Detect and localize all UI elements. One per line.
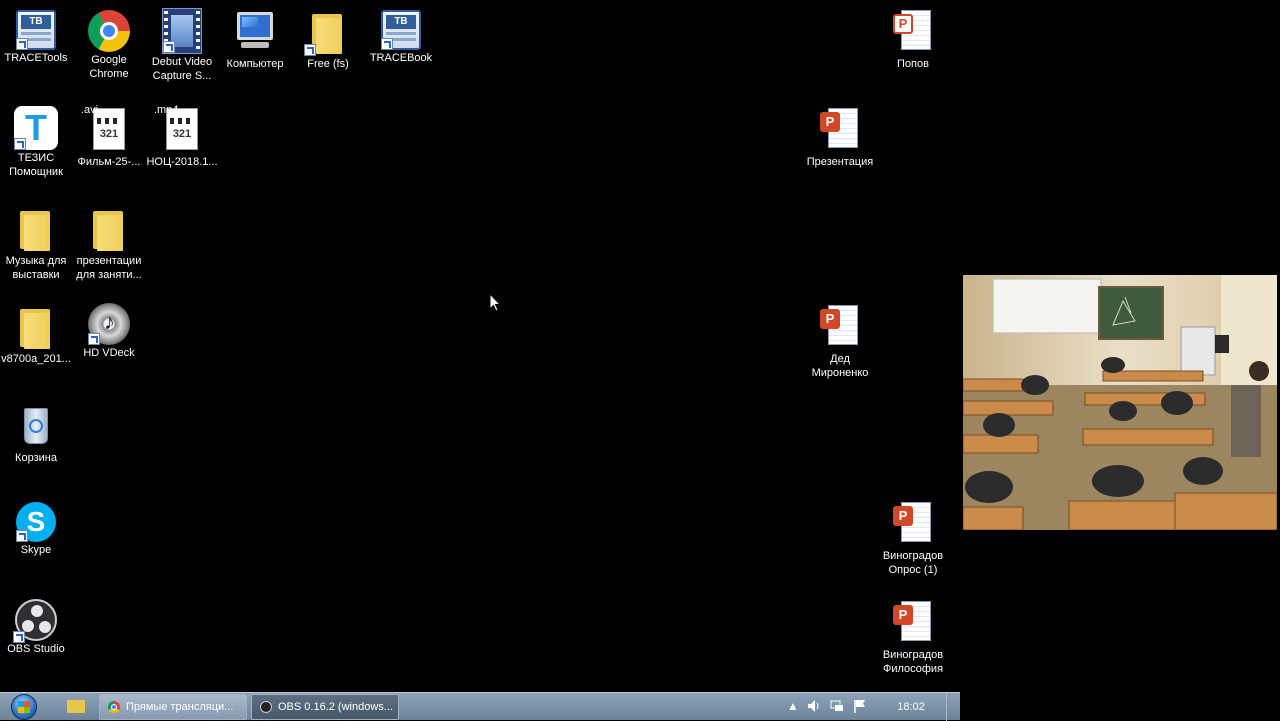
folder-icon <box>12 303 60 351</box>
trace-book-icon: TB <box>381 10 421 50</box>
icon-label: TRACEBook <box>369 52 433 64</box>
computer-icon <box>231 8 279 56</box>
desktop-icon-vinogradov-opros[interactable]: P Виноградов Опрос (1) <box>877 496 949 577</box>
icon-label: НОЦ-2018.1... <box>146 156 218 168</box>
desktop-icon-tracebook[interactable]: TB TRACEBook <box>365 4 437 65</box>
powerpoint-doc-icon: P <box>889 599 937 647</box>
icon-label: ТЕЗИС Помощник <box>9 152 63 178</box>
taskbar-explorer-button[interactable] <box>62 695 90 719</box>
desktop-icon-v8700a-folder[interactable]: v8700a_201... <box>0 299 72 366</box>
volume-icon[interactable] <box>806 698 822 714</box>
desktop-icon-tezis[interactable]: T ТЕЗИС Помощник <box>0 102 72 179</box>
icon-label: TRACETools <box>4 52 68 64</box>
taskbar-clock[interactable]: 18:02 <box>886 693 936 721</box>
shortcut-arrow-icon <box>381 38 393 50</box>
trace-tools-icon: TB <box>16 10 56 50</box>
desktop-icon-ded-mironenko[interactable]: P Дед Мироненко <box>804 299 876 380</box>
desktop-icon-presentations-folder[interactable]: презентации для заняти... <box>73 201 145 282</box>
desktop-icon-computer[interactable]: Компьютер <box>219 4 291 71</box>
shortcut-arrow-icon <box>304 44 316 56</box>
shortcut-arrow-icon <box>14 138 26 150</box>
icon-label: Презентация <box>806 156 874 168</box>
classroom-scene <box>963 275 1277 530</box>
desktop-icon-popov[interactable]: P Попов <box>877 4 949 71</box>
powerpoint-doc-icon: P <box>889 500 937 548</box>
shortcut-arrow-icon <box>163 41 175 53</box>
disc-icon: ♪ <box>88 303 130 345</box>
icon-label: Компьютер <box>226 58 284 70</box>
powerpoint-doc-icon: P <box>889 8 937 56</box>
taskbar-button-label: Прямые трансляци... <box>126 701 234 713</box>
classroom-video-preview[interactable] <box>963 275 1277 530</box>
folder-icon <box>67 700 85 713</box>
shortcut-arrow-icon <box>16 38 28 50</box>
shortcut-arrow-icon <box>16 530 28 542</box>
icon-label: Музыка для выставки <box>5 255 67 281</box>
powerpoint-doc-icon: P <box>816 106 864 154</box>
icon-label: Skype <box>20 544 52 556</box>
skype-icon: S <box>16 502 56 542</box>
desktop-icon-film-avi[interactable]: 321 .avi Фильм-25-... <box>73 102 145 169</box>
folder-icon <box>85 205 133 253</box>
desktop-icon-recycle-bin[interactable]: Корзина <box>0 398 72 465</box>
trace-badge: TB <box>21 15 51 29</box>
windows-logo-icon <box>11 694 37 720</box>
icon-label: Фильм-25-... <box>77 156 141 168</box>
powerpoint-doc-icon: P <box>816 303 864 351</box>
icon-label: Debut Video Capture S... <box>151 56 213 82</box>
icon-label: Попов <box>897 58 929 70</box>
icon-label: v8700a_201... <box>1 353 71 365</box>
chrome-icon <box>108 701 120 713</box>
icon-label: HD VDeck <box>83 347 135 359</box>
icon-label: Google Chrome <box>89 54 129 80</box>
recycle-bin-icon <box>12 402 60 450</box>
desktop-icon-skype[interactable]: S Skype <box>0 496 72 557</box>
desktop-icon-tracetools[interactable]: TB TRACETools <box>0 4 72 65</box>
desktop[interactable]: TB TRACETools Google Chrome Debut Video … <box>0 0 1280 692</box>
network-icon[interactable] <box>829 698 845 714</box>
taskbar-chrome-window[interactable]: Прямые трансляци... <box>99 694 247 720</box>
shortcut-arrow-icon <box>13 631 25 643</box>
icon-label: Виноградов Философия <box>882 649 944 675</box>
icon-label: презентации для заняти... <box>76 255 142 281</box>
desktop-icon-noc-mp4[interactable]: 321 .mp4 НОЦ-2018.1... <box>146 102 218 169</box>
obs-icon <box>260 701 272 713</box>
obs-icon <box>13 599 57 643</box>
file-extension: .mp4 <box>154 104 179 116</box>
tezis-icon: T <box>14 106 58 150</box>
icon-label: Виноградов Опрос (1) <box>882 550 944 576</box>
desktop-icon-obs-studio[interactable]: OBS Studio <box>0 595 72 656</box>
desktop-icon-google-chrome[interactable]: Google Chrome <box>73 4 145 81</box>
screen-black-area <box>960 692 1280 720</box>
start-button[interactable] <box>4 694 44 720</box>
taskbar: Прямые трансляци... OBS 0.16.2 (windows.… <box>0 692 960 721</box>
action-center-flag-icon[interactable] <box>852 698 868 714</box>
desktop-icon-hd-vdeck[interactable]: ♪ HD VDeck <box>73 299 145 360</box>
icon-label: Free (fs) <box>307 58 349 70</box>
desktop-icon-vinogradov-filosofia[interactable]: P Виноградов Философия <box>877 595 949 676</box>
trace-badge: TB <box>386 15 416 29</box>
file-extension: .avi <box>81 104 99 116</box>
taskbar-obs-window[interactable]: OBS 0.16.2 (windows... <box>251 694 399 720</box>
icon-label: OBS Studio <box>7 643 65 655</box>
chrome-icon <box>88 10 130 52</box>
desktop-icon-free-fs[interactable]: Free (fs) <box>292 4 364 71</box>
video-file-icon: 321 .avi <box>81 104 133 154</box>
taskbar-button-label: OBS 0.16.2 (windows... <box>278 701 393 713</box>
desktop-icon-presentation[interactable]: P Презентация <box>804 102 876 169</box>
show-hidden-icons-arrow[interactable]: ▲ <box>785 698 801 714</box>
film-strip-icon <box>162 8 202 54</box>
shortcut-arrow-icon <box>88 333 100 345</box>
desktop-icon-debut-video[interactable]: Debut Video Capture S... <box>146 4 218 83</box>
icon-label: Корзина <box>15 452 57 464</box>
folder-icon <box>12 205 60 253</box>
icon-label: Дед Мироненко <box>811 353 869 379</box>
video-file-icon: 321 .mp4 <box>154 104 206 154</box>
folder-icon <box>304 8 352 56</box>
desktop-icon-music-folder[interactable]: Музыка для выставки <box>0 201 72 282</box>
show-desktop-button[interactable] <box>946 693 960 721</box>
